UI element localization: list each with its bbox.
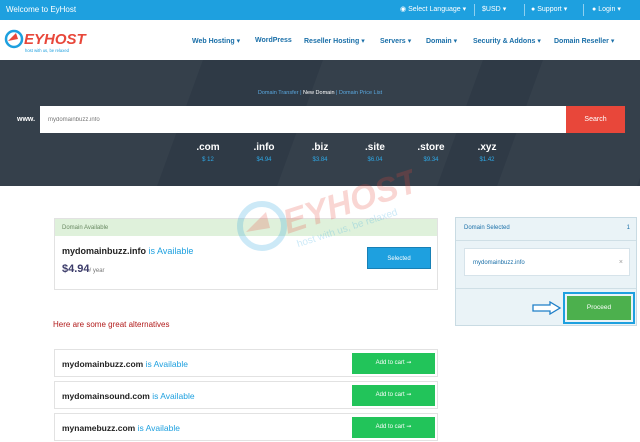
selected-count: 1	[626, 225, 630, 231]
alternative-domain: mydomainsound.com is Available	[62, 391, 195, 401]
tld-price: $6.04	[367, 157, 383, 163]
chevron-down-icon: ▾	[462, 6, 467, 13]
currency-label: $USD	[482, 5, 501, 13]
tab-new-domain[interactable]: New Domain	[303, 90, 334, 96]
nav-wordpress[interactable]: WordPress	[255, 37, 292, 44]
user-icon: ●	[592, 5, 597, 13]
price-value: $4.94	[62, 263, 90, 275]
tld-item[interactable]: .site $6.04	[355, 142, 395, 163]
arrow-right-icon: ➞	[406, 424, 412, 430]
tab-domain-transfer[interactable]: Domain Transfer	[258, 90, 299, 96]
eyhost-watermark-logo: EYHOST host with us, be relaxed	[237, 164, 412, 251]
search-button[interactable]: Search	[566, 106, 625, 133]
alternative-status: is Available	[137, 423, 180, 433]
alternative-row: mynamebuzz.com is Available Add to cart …	[54, 413, 438, 441]
www-label: www.	[17, 116, 36, 123]
support-menu[interactable]: ● Support ▾	[531, 5, 568, 14]
alternative-domain-name: mydomainbuzz.com	[62, 359, 144, 369]
available-price: $4.94/ year	[62, 263, 105, 275]
top-bar: Welcome to EyHost ◉ Select Language ▾ $U…	[0, 0, 640, 20]
currency-selector[interactable]: $USD ▾	[482, 5, 507, 14]
nav-security-addons[interactable]: Security & Addons ▾	[473, 37, 541, 46]
tld-item[interactable]: .xyz $1.42	[467, 142, 507, 163]
tld-extension: .info	[253, 142, 275, 153]
tld-item[interactable]: .info $4.94	[244, 142, 284, 163]
alternative-domain: mydomainbuzz.com is Available	[62, 359, 188, 369]
tld-extension: .xyz	[477, 142, 497, 153]
tld-item[interactable]: .store $9.34	[411, 142, 451, 163]
alternative-domain: mynamebuzz.com is Available	[62, 423, 180, 433]
chevron-down-icon: ▾	[361, 38, 365, 45]
alternative-domain-name: mynamebuzz.com	[62, 423, 136, 433]
add-to-cart-button[interactable]: Add to cart ➞	[352, 353, 435, 374]
welcome-text: Welcome to EyHost	[6, 5, 77, 14]
domain-selected-header: Domain Selected	[464, 225, 510, 231]
login-label: Login	[598, 5, 616, 13]
logo-brand-text: EYHOST	[24, 31, 88, 48]
chevron-down-icon: ▾	[537, 38, 541, 45]
tld-extension: .biz	[311, 142, 329, 153]
alternative-status: is Available	[152, 391, 195, 401]
tld-price: $ 12	[202, 157, 214, 163]
tld-price: $3.84	[312, 157, 328, 163]
price-period: / year	[89, 268, 105, 274]
proceed-highlight: Proceed	[563, 292, 635, 324]
available-domain-name: mydomainbuzz.info	[62, 246, 146, 256]
arrow-right-icon: ➞	[406, 392, 412, 398]
tld-price: $9.34	[423, 157, 439, 163]
language-label: Select Language	[408, 5, 461, 13]
chevron-down-icon: ▾	[407, 38, 412, 45]
nav-domain[interactable]: Domain ▾	[426, 37, 458, 46]
arrow-right-icon	[532, 301, 562, 315]
alternatives-title: Here are some great alternatives	[53, 320, 170, 329]
tld-extension: .store	[417, 142, 445, 153]
eyhost-logo[interactable]: EYHOST host with us, be relaxed	[4, 27, 104, 55]
domain-tabs: Domain Transfer | New Domain | Domain Pr…	[257, 90, 383, 96]
user-icon: ●	[531, 5, 536, 13]
remove-icon[interactable]: ×	[619, 259, 623, 266]
alternative-status: is Available	[145, 359, 188, 369]
header: EYHOST host with us, be relaxed Web Host…	[0, 20, 640, 60]
add-to-cart-button[interactable]: Add to cart ➞	[352, 417, 435, 438]
nav-reseller-hosting[interactable]: Reseller Hosting ▾	[304, 37, 365, 46]
globe-icon: ◉	[400, 6, 407, 13]
tld-item[interactable]: .biz $3.84	[300, 142, 340, 163]
chevron-down-icon: ▾	[502, 6, 507, 13]
tld-item[interactable]: .com $ 12	[188, 142, 228, 163]
support-label: Support	[537, 5, 562, 13]
alternative-row: mydomainbuzz.com is Available Add to car…	[54, 349, 438, 377]
nav-web-hosting[interactable]: Web Hosting ▾	[192, 37, 241, 46]
selected-domain-item: mydomainbuzz.info ×	[464, 248, 630, 276]
language-selector[interactable]: ◉ Select Language ▾	[400, 5, 467, 14]
alternative-row: mydomainsound.com is Available Add to ca…	[54, 381, 438, 409]
tld-extension: .com	[196, 142, 220, 153]
tld-extension: .site	[364, 142, 385, 153]
chevron-down-icon: ▾	[236, 38, 241, 45]
selected-domain-name: mydomainbuzz.info	[473, 260, 525, 266]
tab-domain-price-list[interactable]: Domain Price List	[339, 90, 382, 96]
tld-price: $4.94	[256, 157, 272, 163]
available-status: is Available	[148, 246, 194, 256]
chevron-down-icon: ▾	[610, 38, 615, 45]
chevron-down-icon: ▾	[453, 38, 458, 45]
tld-price: $1.42	[479, 157, 495, 163]
chevron-down-icon: ▾	[563, 6, 568, 13]
arrow-right-icon: ➞	[406, 360, 412, 366]
chevron-down-icon: ▾	[617, 6, 621, 13]
logo-tagline-text: host with us, be relaxed	[25, 48, 70, 53]
alternative-domain-name: mydomainsound.com	[62, 391, 150, 401]
add-to-cart-button[interactable]: Add to cart ➞	[352, 385, 435, 406]
login-menu[interactable]: ● Login ▾	[592, 5, 621, 14]
proceed-button[interactable]: Proceed	[567, 296, 631, 320]
domain-search-input[interactable]	[40, 106, 566, 133]
available-domain: mydomainbuzz.info is Available	[62, 246, 193, 256]
nav-domain-reseller[interactable]: Domain Reseller ▾	[554, 37, 615, 46]
nav-servers[interactable]: Servers ▾	[380, 37, 412, 46]
